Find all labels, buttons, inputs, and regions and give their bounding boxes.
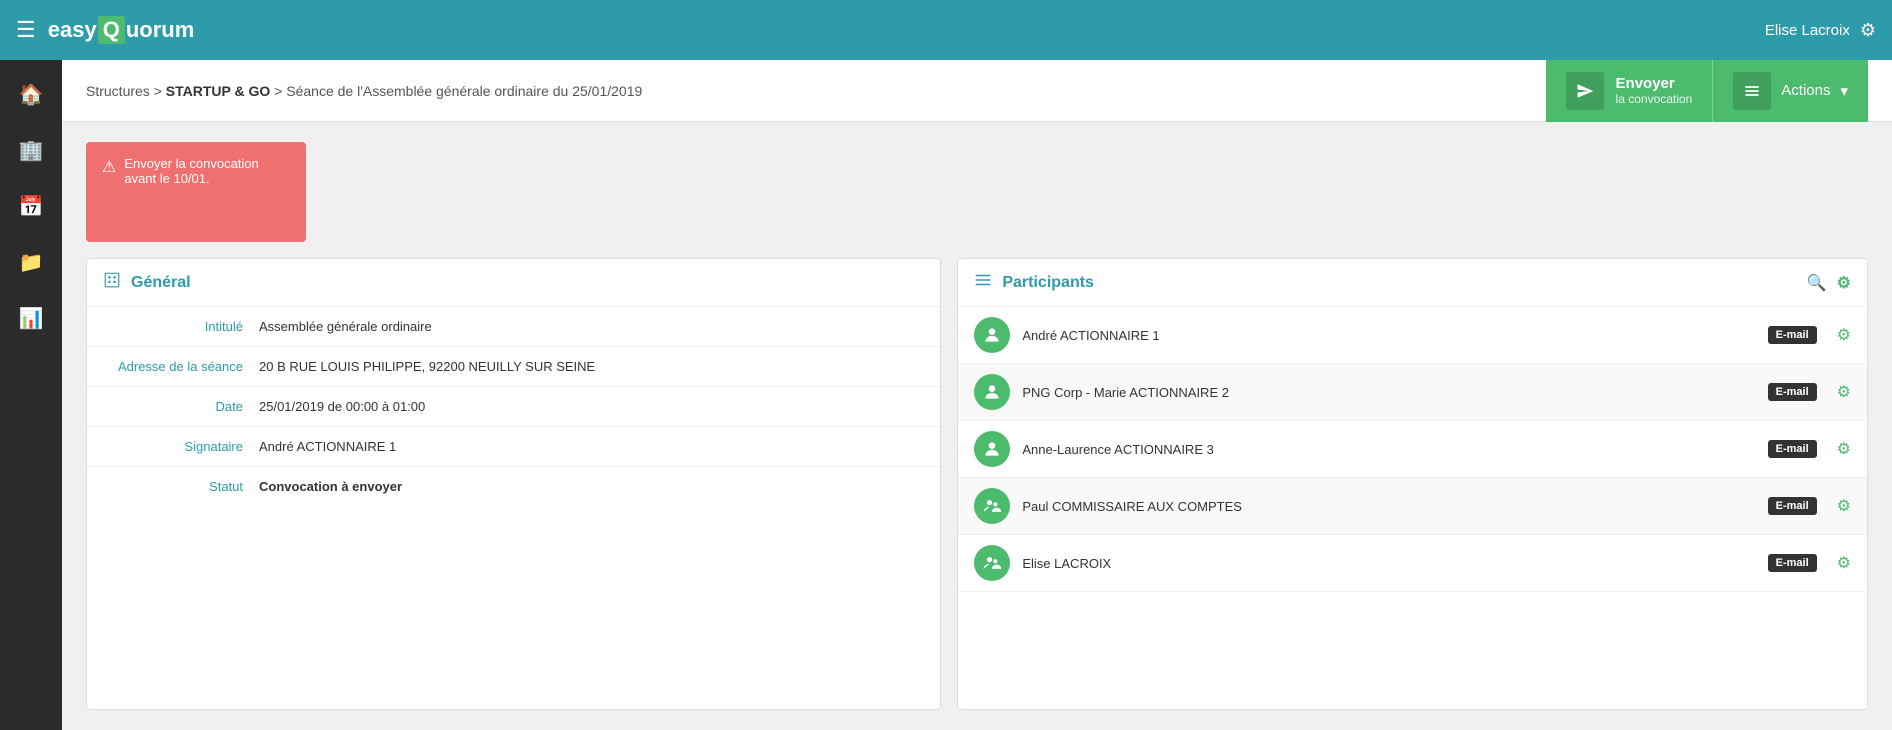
sidebar-item-folder[interactable]: 📁 [0, 236, 62, 288]
label-statut: Statut [103, 479, 243, 494]
value-statut: Convocation à envoyer [259, 479, 924, 494]
participant-row-3: Paul COMMISSAIRE AUX COMPTES E-mail ⚙ [958, 478, 1867, 535]
participant-gear-1[interactable]: ⚙ [1837, 382, 1851, 402]
participant-badge-2: E-mail [1768, 440, 1817, 458]
page-content: ⚠ Envoyer la convocation avant le 10/01. [62, 122, 1892, 730]
breadcrumb-sep1: > [154, 83, 166, 99]
logo-rest: uorum [126, 17, 194, 43]
actions-label: Actions [1781, 82, 1830, 99]
participants-settings-icon[interactable]: ⚙ [1837, 273, 1851, 293]
value-signataire: André ACTIONNAIRE 1 [259, 439, 924, 454]
label-intitule: Intitulé [103, 319, 243, 334]
participants-card-header: Participants 🔍 ⚙ [958, 259, 1867, 307]
value-intitule: Assemblée générale ordinaire [259, 319, 924, 334]
alert-warning: ⚠ Envoyer la convocation avant le 10/01. [86, 142, 306, 242]
participant-row-0: André ACTIONNAIRE 1 E-mail ⚙ [958, 307, 1867, 364]
participant-row-4: Elise LACROIX E-mail ⚙ [958, 535, 1867, 592]
breadcrumb-bar: Structures > STARTUP & GO > Séance de l'… [62, 60, 1892, 122]
participant-badge-0: E-mail [1768, 326, 1817, 344]
participant-row-2: Anne-Laurence ACTIONNAIRE 3 E-mail ⚙ [958, 421, 1867, 478]
participants-header-right: 🔍 ⚙ [1807, 273, 1851, 293]
sidebar-item-calendar[interactable]: 📅 [0, 180, 62, 232]
general-row-signataire: Signataire André ACTIONNAIRE 1 [87, 427, 940, 467]
value-adresse: 20 B RUE LOUIS PHILIPPE, 92200 NEUILLY S… [259, 359, 924, 374]
participant-avatar-3 [974, 488, 1010, 524]
participants-list-icon [974, 271, 992, 294]
content-area: Structures > STARTUP & GO > Séance de l'… [62, 60, 1892, 730]
breadcrumb-seance: Séance de l'Assemblée générale ordinaire… [286, 83, 642, 99]
settings-icon[interactable]: ⚙ [1860, 20, 1876, 41]
breadcrumb: Structures > STARTUP & GO > Séance de l'… [86, 83, 642, 99]
alert-text: Envoyer la convocation avant le 10/01. [124, 156, 290, 186]
breadcrumb-sep2: > [274, 83, 286, 99]
general-row-statut: Statut Convocation à envoyer [87, 467, 940, 506]
actions-button[interactable]: Actions ▾ [1712, 60, 1868, 122]
hamburger-icon[interactable]: ☰ [16, 17, 36, 43]
participant-badge-4: E-mail [1768, 554, 1817, 572]
participant-row-1: PNG Corp - Marie ACTIONNAIRE 2 E-mail ⚙ [958, 364, 1867, 421]
label-date: Date [103, 399, 243, 414]
participant-name-1: PNG Corp - Marie ACTIONNAIRE 2 [1022, 385, 1755, 400]
sidebar: 🏠 🏢 📅 📁 📊 [0, 60, 62, 730]
warning-icon: ⚠ [102, 157, 116, 177]
nav-left: ☰ easy Q uorum [16, 16, 194, 44]
general-row-intitule: Intitulé Assemblée générale ordinaire [87, 307, 940, 347]
general-title: Général [131, 274, 191, 292]
two-col-layout: Général Intitulé Assemblée générale ordi… [86, 258, 1868, 710]
sidebar-item-chart[interactable]: 📊 [0, 292, 62, 344]
participant-badge-3: E-mail [1768, 497, 1817, 515]
participant-gear-0[interactable]: ⚙ [1837, 325, 1851, 345]
envoyer-text: Envoyer la convocation [1616, 75, 1693, 106]
building-icon [103, 271, 121, 294]
participant-gear-2[interactable]: ⚙ [1837, 439, 1851, 459]
top-navbar: ☰ easy Q uorum Elise Lacroix ⚙ [0, 0, 1892, 60]
value-date: 25/01/2019 de 00:00 à 01:00 [259, 399, 924, 414]
sidebar-item-home[interactable]: 🏠 [0, 68, 62, 120]
participant-name-4: Elise LACROIX [1022, 556, 1755, 571]
participant-avatar-2 [974, 431, 1010, 467]
participants-search-icon[interactable]: 🔍 [1807, 273, 1827, 293]
general-row-adresse: Adresse de la séance 20 B RUE LOUIS PHIL… [87, 347, 940, 387]
general-card-header: Général [87, 259, 940, 307]
envoyer-label: Envoyer [1616, 75, 1693, 92]
envoyer-button[interactable]: Envoyer la convocation [1546, 60, 1713, 122]
logo-easy: easy [48, 17, 97, 43]
user-name: Elise Lacroix [1765, 22, 1850, 39]
breadcrumb-actions: Envoyer la convocation Actions ▾ [1546, 60, 1868, 122]
participants-header-left: Participants [974, 271, 1094, 294]
logo-q: Q [98, 16, 125, 44]
participant-avatar-1 [974, 374, 1010, 410]
nav-right: Elise Lacroix ⚙ [1765, 20, 1876, 41]
participant-badge-1: E-mail [1768, 383, 1817, 401]
general-table: Intitulé Assemblée générale ordinaire Ad… [87, 307, 940, 506]
list-icon [1733, 72, 1771, 110]
label-adresse: Adresse de la séance [103, 359, 243, 374]
main-layout: 🏠 🏢 📅 📁 📊 Structures > STARTUP & GO > Sé… [0, 60, 1892, 730]
participant-name-0: André ACTIONNAIRE 1 [1022, 328, 1755, 343]
participants-title: Participants [1002, 274, 1094, 292]
participant-name-2: Anne-Laurence ACTIONNAIRE 3 [1022, 442, 1755, 457]
breadcrumb-startup[interactable]: STARTUP & GO [166, 83, 271, 99]
participant-gear-3[interactable]: ⚙ [1837, 496, 1851, 516]
participant-avatar-4 [974, 545, 1010, 581]
actions-arrow: ▾ [1840, 82, 1848, 100]
participant-gear-4[interactable]: ⚙ [1837, 553, 1851, 573]
participant-name-3: Paul COMMISSAIRE AUX COMPTES [1022, 499, 1755, 514]
logo: easy Q uorum [48, 16, 195, 44]
participant-avatar-0 [974, 317, 1010, 353]
general-row-date: Date 25/01/2019 de 00:00 à 01:00 [87, 387, 940, 427]
general-card: Général Intitulé Assemblée générale ordi… [86, 258, 941, 710]
sidebar-item-building[interactable]: 🏢 [0, 124, 62, 176]
send-icon [1566, 72, 1604, 110]
breadcrumb-structures[interactable]: Structures [86, 83, 150, 99]
envoyer-sub: la convocation [1616, 92, 1693, 106]
participants-card: Participants 🔍 ⚙ André ACTIONNAIRE 1 [957, 258, 1868, 710]
label-signataire: Signataire [103, 439, 243, 454]
